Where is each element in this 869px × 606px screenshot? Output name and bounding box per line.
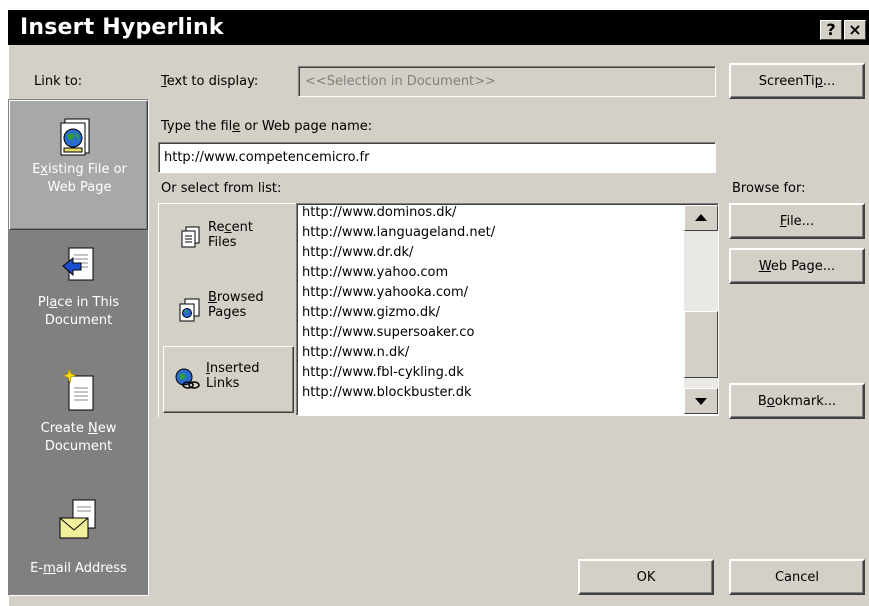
bookmark-button[interactable]: Bookmark... <box>729 383 865 419</box>
window-title: Insert Hyperlink <box>20 15 224 40</box>
place-in-document-label: Place in This Document <box>37 295 120 328</box>
email-address-label: E-mail Address <box>30 561 127 576</box>
tab-inserted-links[interactable]: Inserted Links <box>163 346 294 413</box>
link-place-in-document[interactable]: Place in This Document <box>9 236 148 346</box>
recent-files-icon <box>181 226 200 248</box>
close-button[interactable]: × <box>844 20 866 40</box>
new-document-icon <box>61 368 94 411</box>
link-to-bar: Existing File or Web Page Place in This … <box>8 99 149 596</box>
list-item[interactable]: http://www.dominos.dk/ <box>302 204 456 222</box>
list-item[interactable]: http://www.dr.dk/ <box>302 244 413 262</box>
list-item[interactable]: http://www.blockbuster.dk <box>302 384 472 402</box>
text-to-display-field[interactable]: <<Selection in Document>> <box>298 66 716 97</box>
help-button[interactable]: ? <box>820 20 842 40</box>
ok-button[interactable]: OK <box>578 559 714 595</box>
scroll-up-button[interactable] <box>684 205 718 231</box>
document-place-icon <box>62 247 94 281</box>
help-icon: ? <box>826 20 836 39</box>
list-item[interactable]: http://www.fbl-cykling.dk <box>302 364 464 382</box>
scroll-down-button[interactable] <box>684 388 718 414</box>
text-to-display-label: Text to display: <box>161 74 259 89</box>
list-item[interactable]: http://www.yahooka.com/ <box>302 284 468 302</box>
link-email-address[interactable]: E-mail Address <box>9 490 148 590</box>
create-new-document-label: Create New Document <box>40 421 117 454</box>
list-scrollbar[interactable] <box>684 205 718 414</box>
arrow-down-icon <box>695 398 707 405</box>
list-item[interactable]: http://www.n.dk/ <box>302 344 409 362</box>
link-to-label: Link to: <box>34 74 83 89</box>
link-existing-file[interactable]: Existing File or Web Page <box>9 100 148 230</box>
cancel-button[interactable]: Cancel <box>729 559 865 595</box>
web-page-icon <box>60 118 90 156</box>
select-list-label: Or select from list: <box>161 181 282 196</box>
browse-for-label: Browse for: <box>732 181 806 196</box>
close-icon: × <box>848 20 862 39</box>
links-listbox[interactable]: http://www.dominos.dk/ http://www.langua… <box>296 203 719 416</box>
arrow-up-icon <box>695 214 707 221</box>
list-item[interactable]: http://www.yahoo.com <box>302 264 448 282</box>
screentip-button[interactable]: ScreenTip... <box>729 63 865 99</box>
email-envelope-icon <box>59 499 96 539</box>
filename-label: Type the file or Web page name: <box>161 119 373 134</box>
scroll-thumb[interactable] <box>684 311 718 378</box>
title-bar[interactable]: Insert Hyperlink ? × <box>8 10 869 45</box>
existing-file-label: Existing File or Web Page <box>32 162 127 195</box>
list-item[interactable]: http://www.gizmo.dk/ <box>302 304 440 322</box>
list-item[interactable]: http://www.languageland.net/ <box>302 224 495 242</box>
inserted-links-icon <box>175 368 200 389</box>
link-create-new-document[interactable]: Create New Document <box>9 358 148 478</box>
browse-web-page-button[interactable]: Web Page... <box>729 248 865 284</box>
browse-file-button[interactable]: File... <box>729 203 865 239</box>
browsed-pages-icon <box>179 298 200 322</box>
list-item[interactable]: http://www.supersoaker.co <box>302 324 474 342</box>
filename-input[interactable]: http://www.competencemicro.fr <box>158 142 716 173</box>
